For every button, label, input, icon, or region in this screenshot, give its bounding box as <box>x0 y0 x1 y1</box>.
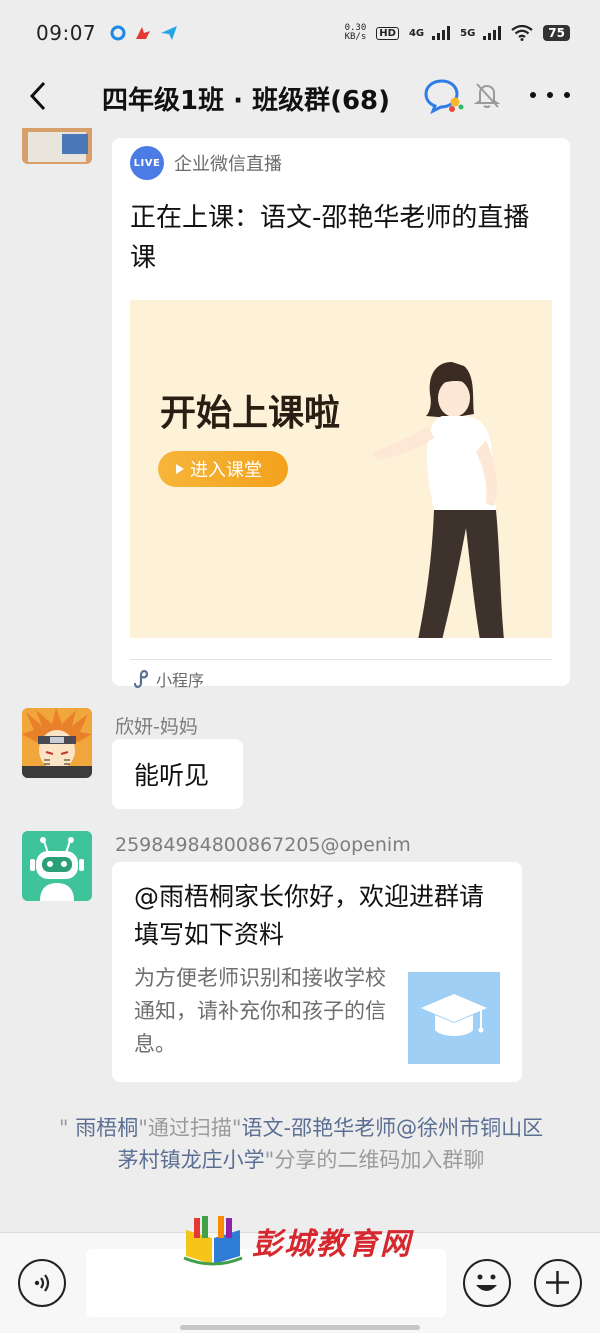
robot-icon <box>22 831 92 901</box>
more-dot <box>564 92 570 98</box>
card-source-row: LIVE 企业微信直播 <box>130 146 282 180</box>
notice-text: "通过扫描" <box>138 1116 242 1140</box>
book-logo-icon <box>183 1216 243 1266</box>
app-notification-icon <box>136 27 151 39</box>
chat-header: 四年级1班 · 班级群(68) <box>0 66 600 128</box>
banner-headline: 开始上课啦 <box>160 393 341 434</box>
message-list[interactable]: LIVE 企业微信直播 正在上课：语文-邵艳华老师的直播课 开始上课啦 进入课堂 <box>0 128 600 1232</box>
link-title: @雨梧桐家长你好，欢迎进群请填写如下资料 <box>134 882 485 949</box>
status-indicators: 0.30 KB/s HD 4G 5G 75 <box>345 24 570 42</box>
avatar-photo <box>22 128 92 164</box>
more-actions-button[interactable] <box>534 1259 582 1307</box>
more-dot <box>530 92 536 98</box>
status-time: 09:07 <box>36 21 97 45</box>
more-dot <box>547 92 553 98</box>
hd-badge: HD <box>376 26 399 40</box>
teacher-illustration <box>372 362 504 638</box>
message-text: 能听见 <box>134 761 210 790</box>
link-card-bubble[interactable]: @雨梧桐家长你好，欢迎进群请填写如下资料 为方便老师识别和接收学校通知，请补充你… <box>112 862 522 1082</box>
status-bar: 09:07 0.30 KB/s HD 4G 5G 75 <box>0 0 600 66</box>
back-arrow-icon <box>29 81 46 111</box>
sender-avatar[interactable] <box>22 708 92 778</box>
voice-icon <box>34 1274 50 1292</box>
plus-icon <box>546 1271 569 1294</box>
back-button[interactable] <box>20 78 56 114</box>
notice-text: "分享的二维码加入群聊 <box>264 1148 485 1172</box>
sender-name: 欣妍-妈妈 <box>115 716 198 738</box>
text-message-bubble[interactable]: 能听见 <box>112 739 243 809</box>
speed-unit: KB/s <box>344 32 367 42</box>
sender-avatar[interactable] <box>22 831 92 901</box>
play-icon <box>176 464 184 474</box>
card-title: 正在上课：语文-邵艳华老师的直播课 <box>130 203 530 273</box>
live-icon: LIVE <box>130 146 164 180</box>
battery-indicator: 75 <box>543 25 570 41</box>
link-thumbnail <box>408 972 500 1064</box>
enter-classroom-button[interactable]: 进入课堂 <box>158 451 288 487</box>
system-join-notice: " 雨梧桐"通过扫描"语文-邵艳华老师@徐州市铜山区茅村镇龙庄小学"分享的二维码… <box>56 1112 546 1176</box>
notice-quote: " <box>58 1116 76 1140</box>
link-description: 为方便老师识别和接收学校通知，请补充你和孩子的信息。 <box>134 966 386 1056</box>
emoji-button[interactable] <box>463 1259 511 1307</box>
card-divider <box>130 659 552 660</box>
wifi-icon <box>511 25 533 41</box>
mini-program-label-row: 小程序 <box>132 667 204 691</box>
mute-bell-icon <box>473 83 501 108</box>
network-speed: 0.30 KB/s <box>345 24 367 42</box>
app-notification-icon <box>110 25 126 41</box>
voice-input-button[interactable] <box>18 1259 66 1307</box>
sender-name: 2598498480086​7205@openim <box>115 834 411 856</box>
watermark-text: 彭城教育网 <box>252 1227 412 1262</box>
group-chat-icon[interactable] <box>424 78 464 114</box>
signal-icon <box>483 26 502 40</box>
status-app-icons <box>110 25 178 41</box>
card-banner: 开始上课啦 进入课堂 <box>130 300 552 638</box>
site-watermark: 彭城教育网 <box>182 1216 412 1266</box>
more-options-button[interactable] <box>530 80 570 110</box>
sender-avatar[interactable] <box>22 128 92 164</box>
anime-avatar-image <box>22 708 92 778</box>
enter-classroom-label: 进入课堂 <box>190 460 262 481</box>
emoji-icon <box>476 1274 497 1291</box>
mini-program-icon <box>133 670 149 688</box>
network-label-4g: 4G <box>408 27 425 39</box>
home-indicator[interactable] <box>180 1325 420 1330</box>
card-source: 企业微信直播 <box>174 154 282 175</box>
graduation-cap-icon <box>421 994 487 1036</box>
mini-program-label: 小程序 <box>156 671 205 690</box>
mini-program-card[interactable]: LIVE 企业微信直播 正在上课：语文-邵艳华老师的直播课 开始上课啦 进入课堂 <box>112 138 570 690</box>
joined-member-link[interactable]: 雨梧桐 <box>75 1116 138 1140</box>
chat-title: 四年级1班 · 班级群(68) <box>102 86 391 116</box>
signal-icon <box>432 26 451 40</box>
network-label-5g: 5G <box>460 27 476 39</box>
send-icon <box>161 26 178 40</box>
